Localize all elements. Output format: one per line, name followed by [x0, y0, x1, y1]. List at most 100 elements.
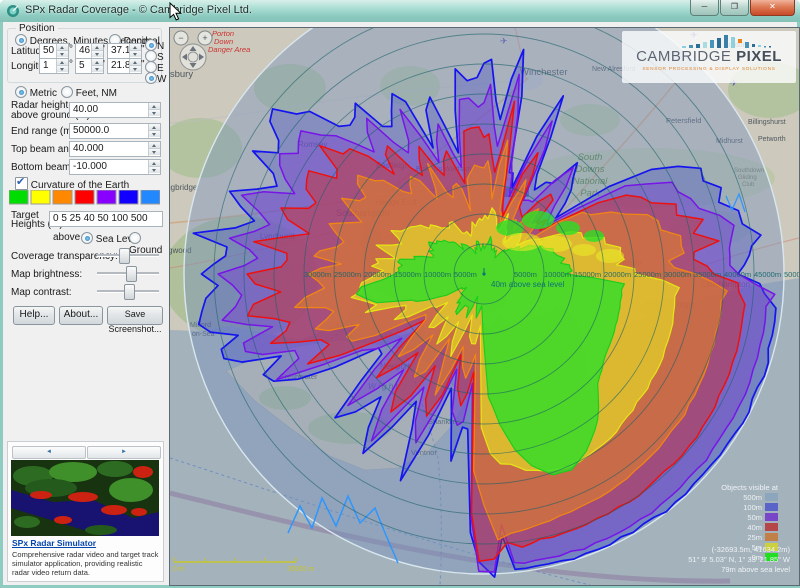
- promo-prev-button[interactable]: ◄: [12, 446, 86, 459]
- logo-tagline: SENSOR PROCESSING & DISPLAY SOLUTIONS: [622, 67, 796, 72]
- dms-radio-circle[interactable]: [15, 34, 27, 46]
- svg-text:50000m: 50000m: [784, 270, 799, 279]
- titlebar[interactable]: SPx Radar Coverage - © Cambridge Pixel L…: [0, 0, 800, 22]
- promo-thumbnail[interactable]: [11, 460, 159, 536]
- logo-waveform: [678, 33, 788, 49]
- lon-deg-spinner[interactable]: 1: [39, 58, 69, 74]
- minimize-button[interactable]: ─: [690, 0, 719, 16]
- lon-min-value[interactable]: 5: [76, 59, 92, 72]
- swatch-5m: [31, 190, 50, 204]
- svg-text:10000m: 10000m: [424, 270, 451, 279]
- svg-text:Billingshurst: Billingshurst: [748, 119, 786, 126]
- logo-brand: CAMBRIDGE PIXEL: [622, 48, 796, 65]
- lon-deg-value[interactable]: 1: [40, 59, 57, 72]
- lon-sec-value[interactable]: 21.8: [108, 59, 130, 72]
- scale-max-label: 20000 m: [287, 566, 314, 573]
- svg-text:10000m: 10000m: [544, 270, 571, 279]
- map-brightness-label: Map brightness:: [11, 269, 82, 280]
- lat-sec-spinner[interactable]: 37.1: [107, 43, 142, 59]
- svg-text:20000m: 20000m: [364, 270, 391, 279]
- mouse-cursor: [169, 2, 182, 21]
- close-button[interactable]: ✕: [750, 0, 795, 16]
- lon-sec-spinner[interactable]: 21.8: [107, 58, 142, 74]
- coverage-transparency-slider[interactable]: [97, 248, 159, 262]
- save-screenshot-button[interactable]: Save Screenshot...: [107, 306, 163, 325]
- svg-text:40000m: 40000m: [724, 270, 751, 279]
- status-xy: (-32693.5m, 41634.2m): [688, 545, 790, 555]
- above-label: above: [53, 232, 80, 243]
- svg-text:35000m: 35000m: [694, 270, 721, 279]
- app-icon: [6, 4, 20, 18]
- about-button[interactable]: About...: [59, 306, 103, 325]
- ring-labels: 30000m 25000m 20000m 15000m 10000m 5000m…: [304, 270, 799, 279]
- control-panel: Position Degrees, Minutes, Seconds Decim…: [3, 22, 167, 585]
- west-radio[interactable]: W: [145, 72, 166, 85]
- feet-radio[interactable]: Feet, NM: [61, 86, 117, 99]
- svg-text:5000m: 5000m: [514, 270, 537, 279]
- scale-min-label: 0 m: [173, 566, 185, 573]
- svg-text:25000m: 25000m: [334, 270, 361, 279]
- cursor-status-readout: (-32693.5m, 41634.2m) 51° 9' 5.03" N, 1°…: [688, 545, 790, 575]
- center-height-label: 40m above sea level: [491, 280, 565, 289]
- svg-text:20000m: 20000m: [604, 270, 631, 279]
- window-controls: ─ ❐ ✕: [689, 0, 795, 16]
- swatch-50m: [97, 190, 116, 204]
- lat-deg-value[interactable]: 50: [40, 44, 57, 57]
- legend-title: Objects visible at: [721, 483, 778, 493]
- status-elevation: 79m above sea level: [688, 565, 790, 575]
- svg-text:Danger Area: Danger Area: [208, 45, 250, 54]
- swatch-500m: [141, 190, 160, 204]
- slider-thumb[interactable]: [119, 248, 130, 264]
- promo-panel: ◄ ►: [7, 441, 164, 582]
- top-beam-spinner[interactable]: 40.000: [69, 141, 161, 157]
- map-contrast-label: Map contrast:: [11, 287, 72, 298]
- svg-text:45000m: 45000m: [754, 270, 781, 279]
- bottom-beam-spinner[interactable]: -10.000: [69, 159, 161, 175]
- lon-deg-symbol: °: [69, 59, 73, 70]
- lat-min-symbol: ': [103, 44, 105, 55]
- promo-next-button[interactable]: ►: [87, 446, 161, 459]
- lon-min-spinner[interactable]: 5: [75, 58, 104, 74]
- promo-link[interactable]: SPx Radar Simulator: [12, 538, 96, 548]
- target-heights-input[interactable]: 0 5 25 40 50 100 500: [49, 211, 163, 227]
- promo-description: Comprehensive radar video and target tra…: [12, 550, 159, 577]
- svg-text:15000m: 15000m: [574, 270, 601, 279]
- svg-text:Salisbury: Salisbury: [170, 69, 193, 80]
- svg-text:15000m: 15000m: [394, 270, 421, 279]
- svg-text:Fordingbridge: Fordingbridge: [170, 183, 198, 192]
- lat-deg-spinner[interactable]: 50: [39, 43, 69, 59]
- map-view[interactable]: Salisbury Winchester New Alresford Peter…: [169, 27, 800, 586]
- status-latlon: 51° 9' 5.03" N, 1° 33' 21.85" W: [688, 555, 790, 565]
- slider-thumb[interactable]: [126, 266, 137, 282]
- metric-radio[interactable]: Metric: [15, 86, 57, 99]
- lat-deg-symbol: °: [69, 44, 73, 55]
- client-area: Position Degrees, Minutes, Seconds Decim…: [3, 22, 797, 585]
- map-contrast-slider[interactable]: [97, 284, 159, 298]
- help-button[interactable]: Help...: [13, 306, 55, 325]
- swatch-100m: [119, 190, 138, 204]
- swatch-0m: [9, 190, 28, 204]
- svg-text:5000m: 5000m: [454, 270, 477, 279]
- zoom-out-icon: −: [178, 33, 183, 43]
- svg-text:25000m: 25000m: [634, 270, 661, 279]
- curvature-checkbox[interactable]: ✔ Curvature of the Earth: [15, 177, 129, 191]
- end-range-spinner[interactable]: 50000.0: [69, 123, 161, 139]
- map-canvas[interactable]: Salisbury Winchester New Alresford Peter…: [170, 28, 799, 585]
- lat-min-value[interactable]: 46: [76, 44, 92, 57]
- lat-min-spinner[interactable]: 46: [75, 43, 104, 59]
- position-group-title: Position: [16, 23, 58, 34]
- svg-text:30000m: 30000m: [304, 270, 331, 279]
- swatch-40m: [75, 190, 94, 204]
- radar-height-spinner[interactable]: 40.00: [69, 102, 161, 118]
- swatch-25m: [53, 190, 72, 204]
- lon-min-symbol: ': [103, 59, 105, 70]
- end-range-label: End range (m):: [11, 126, 78, 137]
- map-brightness-slider[interactable]: [97, 266, 159, 280]
- app-window: SPx Radar Coverage - © Cambridge Pixel L…: [0, 0, 800, 588]
- zoom-in-icon: +: [202, 33, 207, 43]
- svg-text:Petworth: Petworth: [758, 136, 786, 143]
- maximize-button[interactable]: ❐: [720, 0, 749, 16]
- lat-sec-value[interactable]: 37.1: [108, 44, 130, 57]
- window-title: SPx Radar Coverage - © Cambridge Pixel L…: [25, 4, 252, 16]
- slider-thumb[interactable]: [124, 284, 135, 300]
